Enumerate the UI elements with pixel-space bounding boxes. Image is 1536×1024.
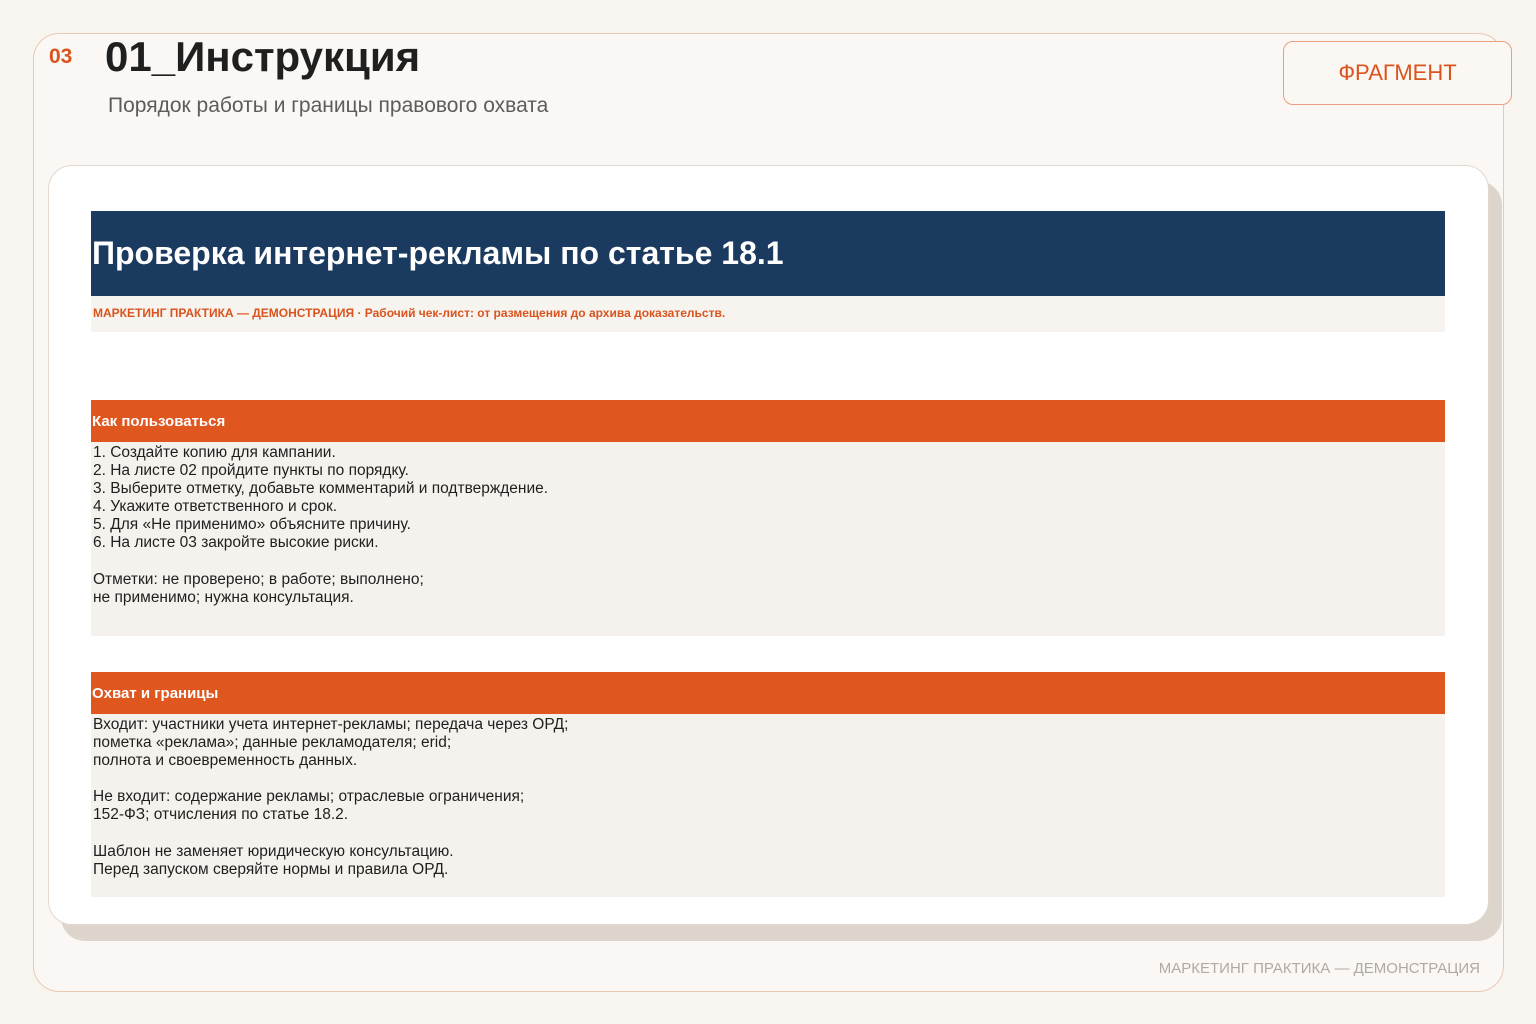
footer-brand: МАРКЕТИНГ ПРАКТИКА — ДЕМОНСТРАЦИЯ (1158, 960, 1480, 977)
section-how-to-use: Как пользоваться 1. Создайте копию для к… (91, 400, 1445, 636)
section-scope-and-limits: Охват и границы Входит: участники учета … (91, 672, 1445, 897)
status-legend-line: Отметки: не проверено; в работе; выполне… (93, 570, 424, 588)
section-heading: Охват и границы (91, 672, 1445, 714)
slide-number: 03 (49, 45, 73, 68)
instruction-line: 5. Для «Не применимо» объясните причину. (93, 516, 411, 534)
section-body: Входит: участники учета интернет-рекламы… (91, 714, 1445, 897)
instruction-line: 6. На листе 03 закройте высокие риски. (93, 534, 379, 552)
page-subtitle: Порядок работы и границы правового охват… (108, 94, 549, 117)
scope-line: пометка «реклама»; данные рекламодателя;… (93, 734, 452, 752)
fragment-badge[interactable]: ФРАГМЕНТ (1283, 41, 1512, 105)
page-title: 01_Инструкция (105, 33, 421, 80)
scope-line: полнота и своевременность данных. (93, 752, 358, 770)
sheet-title: Проверка интернет-рекламы по статье 18.1 (91, 211, 1445, 296)
disclaimer-line: Перед запуском сверяйте нормы и правила … (93, 860, 449, 878)
scope-line: 152-ФЗ; отчисления по статье 18.2. (93, 806, 349, 824)
scope-line: Не входит: содержание рекламы; отраслевы… (93, 788, 525, 806)
section-body: 1. Создайте копию для кампании. 2. На ли… (91, 442, 1445, 636)
instruction-line: 4. Укажите ответственного и срок. (93, 498, 338, 516)
status-legend-line: не применимо; нужна консультация. (93, 588, 354, 606)
instruction-line: 1. Создайте копию для кампании. (93, 444, 336, 461)
spreadsheet-fragment: Проверка интернет-рекламы по статье 18.1… (91, 211, 1445, 897)
instruction-line: 2. На листе 02 пройдите пункты по порядк… (93, 462, 409, 480)
instruction-line: 3. Выберите отметку, добавьте комментари… (93, 480, 549, 498)
scope-line: Входит: участники учета интернет-рекламы… (93, 716, 569, 733)
section-heading: Как пользоваться (91, 400, 1445, 442)
sheet-caption: МАРКЕТИНГ ПРАКТИКА — ДЕМОНСТРАЦИЯ · Рабо… (91, 296, 1445, 332)
disclaimer-line: Шаблон не заменяет юридическую консульта… (93, 842, 454, 860)
